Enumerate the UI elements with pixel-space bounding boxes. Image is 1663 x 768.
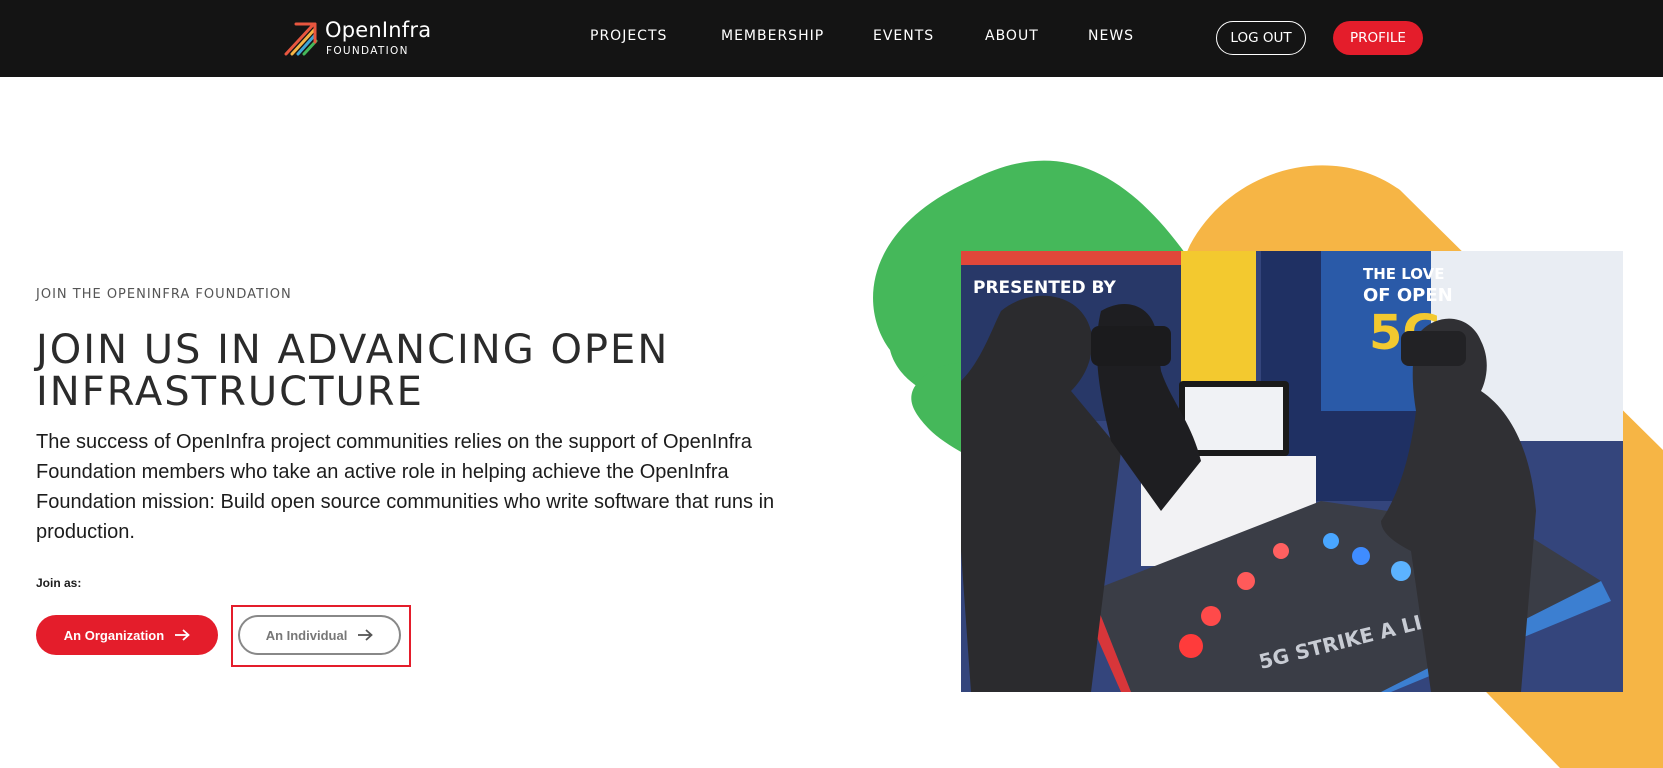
top-navigation: OpenInfra FOUNDATION PROJECTS MEMBERSHIP… <box>0 0 1663 77</box>
nav-link-news[interactable]: NEWS <box>1088 28 1134 44</box>
intro-paragraph: The success of OpenInfra project communi… <box>36 431 775 543</box>
openinfra-logo-icon <box>284 22 318 56</box>
join-individual-label: An Individual <box>265 627 348 643</box>
photo-sign-right-2: OF OPEN <box>1363 285 1453 306</box>
photo-sign-left: PRESENTED BY <box>973 278 1117 298</box>
profile-button[interactable]: PROFILE <box>1333 21 1423 55</box>
hero-photo-illustration: PRESENTED BY THE LOVE OF OPEN 5G 5G STRI… <box>961 251 1623 692</box>
logo-subtitle: FOUNDATION <box>326 45 409 57</box>
section-eyebrow: JOIN THE OPENINFRA FOUNDATION <box>36 287 292 302</box>
arrow-right-icon <box>358 629 374 641</box>
join-organization-button[interactable]: An Organization <box>36 615 218 655</box>
nav-link-membership[interactable]: MEMBERSHIP <box>721 28 824 44</box>
hero-photo: PRESENTED BY THE LOVE OF OPEN 5G 5G STRI… <box>961 251 1623 692</box>
photo-sign-right-1: THE LOVE <box>1363 265 1444 283</box>
arrow-right-icon <box>175 629 191 641</box>
join-as-label: Join as: <box>36 576 82 590</box>
join-individual-button[interactable]: An Individual <box>238 615 401 655</box>
nav-link-projects[interactable]: PROJECTS <box>590 28 667 44</box>
nav-link-events[interactable]: EVENTS <box>873 28 934 44</box>
page-title: JOIN US IN ADVANCING OPEN INFRASTRUCTURE <box>36 327 670 415</box>
join-organization-label: An Organization <box>63 627 165 643</box>
openinfra-logo[interactable]: OpenInfra FOUNDATION <box>282 18 452 60</box>
logout-button[interactable]: LOG OUT <box>1216 21 1306 55</box>
nav-link-about[interactable]: ABOUT <box>985 28 1039 44</box>
logo-name: OpenInfra <box>325 18 432 42</box>
